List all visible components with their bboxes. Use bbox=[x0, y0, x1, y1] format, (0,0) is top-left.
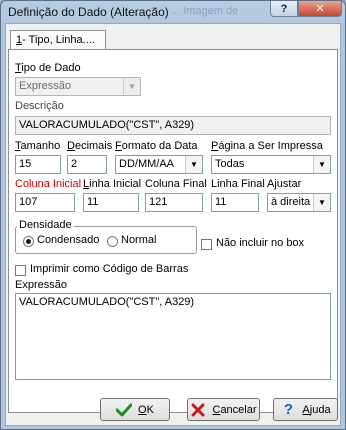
tab-tipo-linha[interactable]: 1- Tipo, Linha.... bbox=[10, 30, 106, 50]
linha-final-label: Linha Final bbox=[211, 178, 265, 190]
cancel-button[interactable]: Cancelar bbox=[187, 398, 260, 421]
close-button[interactable]: ✕ bbox=[298, 1, 342, 17]
x-icon bbox=[190, 402, 206, 418]
codigo-barras-label: Imprimir como Código de Barras bbox=[30, 263, 189, 275]
cancel-label: Cancelar bbox=[212, 403, 257, 416]
tamanho-value: 15 bbox=[19, 158, 32, 170]
question-icon: ? bbox=[280, 2, 288, 15]
close-icon: ✕ bbox=[315, 3, 325, 15]
title-bar[interactable]: Definição do Dado (Alteração) ... Imagem… bbox=[1, 1, 345, 23]
coluna-final-input[interactable]: 121 bbox=[145, 193, 203, 212]
expressao-textarea[interactable]: VALORACUMULADO("CST", A329) bbox=[15, 293, 331, 380]
decimais-value: 2 bbox=[71, 158, 78, 170]
tipo-dado-value: Expressão bbox=[19, 80, 71, 92]
pagina-value: Todas bbox=[215, 158, 245, 170]
radio-normal[interactable] bbox=[107, 236, 118, 247]
chevron-down-icon: ▼ bbox=[313, 156, 330, 173]
tamanho-input[interactable]: 15 bbox=[15, 155, 61, 174]
checkmark-icon bbox=[116, 402, 133, 418]
nao-incluir-box-checkbox[interactable] bbox=[201, 239, 212, 250]
decimais-input[interactable]: 2 bbox=[67, 155, 107, 174]
normal-label: Normal bbox=[121, 234, 157, 246]
descricao-label: Descrição bbox=[15, 100, 64, 112]
chevron-down-icon: ▼ bbox=[185, 156, 202, 173]
descricao-value: VALORACUMULADO("CST", A329) bbox=[19, 119, 195, 131]
linha-inicial-input[interactable]: 11 bbox=[83, 193, 139, 212]
question-mark-icon: ? bbox=[283, 401, 293, 418]
background-window-title: ... Imagem de bbox=[171, 5, 239, 17]
dialog-client: 1- Tipo, Linha.... Tipo de Dado Expressã… bbox=[5, 23, 341, 426]
coluna-final-value: 121 bbox=[149, 196, 168, 208]
help-label: Ajuda bbox=[302, 403, 331, 416]
tipo-dado-label: Tipo de Dado bbox=[15, 62, 81, 74]
linha-inicial-value: 11 bbox=[87, 196, 99, 208]
chevron-down-icon: ▼ bbox=[313, 194, 330, 211]
pagina-select[interactable]: Todas ▼ bbox=[211, 155, 331, 174]
pagina-label: Página a Ser Impressa bbox=[211, 140, 323, 152]
chevron-down-icon: ▼ bbox=[123, 78, 140, 95]
expressao-value: VALORACUMULADO("CST", A329) bbox=[19, 296, 195, 308]
densidade-legend: Densidade bbox=[17, 219, 74, 231]
formato-data-select[interactable]: DD/MM/AA ▼ bbox=[115, 155, 203, 174]
linha-final-value: 11 bbox=[215, 196, 227, 208]
radio-condensado[interactable] bbox=[23, 236, 34, 247]
coluna-final-label: Coluna Final bbox=[145, 178, 207, 190]
help-button[interactable]: ? Ajuda bbox=[273, 398, 338, 421]
descricao-field[interactable]: VALORACUMULADO("CST", A329) bbox=[15, 116, 331, 135]
ajustar-value: à direita bbox=[271, 196, 311, 208]
coluna-inicial-value: 107 bbox=[19, 196, 38, 208]
linha-final-input[interactable]: 11 bbox=[211, 193, 259, 212]
formato-data-value: DD/MM/AA bbox=[119, 158, 174, 170]
expressao-label: Expressão bbox=[15, 279, 67, 291]
ajustar-label: Ajustar bbox=[267, 178, 302, 190]
nao-incluir-box-label: Não incluir no box bbox=[216, 237, 305, 249]
window-title: Definição do Dado (Alteração) bbox=[8, 5, 169, 19]
tab-panel: Tipo de Dado Expressão ▼ Descrição VALOR… bbox=[8, 49, 338, 413]
ok-button[interactable]: OK bbox=[100, 398, 170, 421]
linha-inicial-label: Linha Inicial bbox=[83, 178, 142, 190]
decimais-label: Decimais bbox=[67, 140, 113, 152]
ok-label: OK bbox=[138, 403, 154, 416]
ajustar-select[interactable]: à direita ▼ bbox=[267, 193, 331, 212]
condensado-label: Condensado bbox=[37, 234, 100, 246]
coluna-inicial-input[interactable]: 107 bbox=[15, 193, 75, 212]
tab-label: - Tipo, Linha.... bbox=[22, 34, 95, 46]
title-help-button[interactable]: ? bbox=[270, 1, 298, 17]
tipo-dado-select[interactable]: Expressão ▼ bbox=[15, 77, 141, 96]
tamanho-label: Tamanho bbox=[15, 140, 61, 152]
codigo-barras-checkbox[interactable] bbox=[15, 265, 26, 276]
dialog-window: Definição do Dado (Alteração) ... Imagem… bbox=[0, 0, 346, 430]
formato-data-label: Formato da Data bbox=[115, 140, 198, 152]
coluna-inicial-label: Coluna Inicial bbox=[15, 178, 82, 190]
